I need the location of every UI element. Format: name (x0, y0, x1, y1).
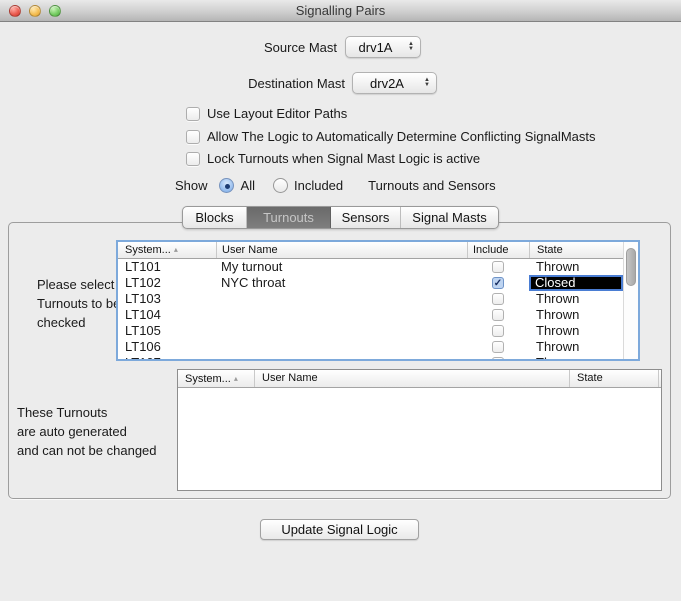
column-header-user-name[interactable]: User Name (254, 370, 569, 387)
user-name-cell (216, 355, 467, 359)
table-row[interactable]: LT104 Thrown (118, 307, 623, 323)
table-header: System...▴ User Name Include State (118, 242, 623, 259)
state-cell[interactable]: Thrown (529, 339, 623, 355)
show-all-radio[interactable] (219, 178, 234, 193)
sort-ascending-icon: ▴ (174, 245, 178, 254)
state-cell[interactable]: Closed (529, 275, 623, 291)
checkbox-label: Allow The Logic to Automatically Determi… (207, 129, 596, 144)
table-row[interactable]: LT102NYC throat ✓ Closed (118, 275, 623, 291)
user-name-cell: NYC throat (216, 275, 467, 291)
column-header-system[interactable]: System...▴ (118, 242, 216, 258)
category-tabbar: Blocks Turnouts Sensors Signal Masts (182, 206, 499, 229)
tab-blocks[interactable]: Blocks (183, 207, 247, 228)
include-cell (467, 307, 529, 323)
column-header-state[interactable]: State (569, 370, 659, 387)
table-row[interactable]: LT105 Thrown (118, 323, 623, 339)
source-mast-dropdown[interactable]: drv1A ▲▼ (345, 36, 421, 58)
user-name-cell (216, 307, 467, 323)
tab-signal-masts[interactable]: Signal Masts (401, 207, 498, 228)
updown-arrows-icon: ▲▼ (421, 78, 436, 88)
checked-checkbox-icon[interactable]: ✓ (492, 277, 504, 289)
select-turnouts-table[interactable]: System...▴ User Name Include State LT101… (116, 240, 640, 361)
use-layout-editor-paths-checkbox[interactable]: Use Layout Editor Paths (186, 105, 347, 122)
close-button[interactable] (9, 5, 21, 17)
table-row[interactable]: LT103 Thrown (118, 291, 623, 307)
unchecked-checkbox-icon[interactable] (492, 341, 504, 353)
table-row[interactable]: LT101My turnout Thrown (118, 259, 623, 275)
system-name-cell: LT107 (118, 355, 216, 359)
system-name-cell: LT104 (118, 307, 216, 323)
include-cell (467, 259, 529, 275)
include-cell (467, 339, 529, 355)
tab-turnouts[interactable]: Turnouts (247, 207, 331, 228)
turnouts-and-sensors-label: Turnouts and Sensors (368, 178, 495, 193)
unchecked-checkbox-icon[interactable] (492, 293, 504, 305)
auto-generated-label: These Turnouts are auto generated and ca… (17, 403, 157, 460)
unchecked-checkbox-icon[interactable] (492, 261, 504, 273)
show-included-radio[interactable] (273, 178, 288, 193)
show-included-label[interactable]: Included (294, 178, 343, 193)
unchecked-checkbox-icon[interactable] (492, 309, 504, 321)
sort-ascending-icon: ▴ (234, 374, 238, 383)
table-row[interactable]: LT106 Thrown (118, 339, 623, 355)
updown-arrows-icon: ▲▼ (405, 42, 420, 52)
unchecked-checkbox-icon[interactable] (492, 357, 504, 359)
update-signal-logic-button[interactable]: Update Signal Logic (260, 519, 419, 540)
checkbox-label: Use Layout Editor Paths (207, 106, 347, 121)
user-name-cell (216, 291, 467, 307)
checkbox-icon (186, 107, 200, 121)
user-name-cell (216, 323, 467, 339)
source-mast-label: Source Mast (264, 40, 337, 55)
include-cell (467, 323, 529, 339)
column-header-system[interactable]: System...▴ (178, 370, 254, 387)
source-mast-value: drv1A (346, 40, 405, 55)
destination-mast-dropdown[interactable]: drv2A ▲▼ (352, 72, 437, 94)
title-bar[interactable]: Signalling Pairs (0, 0, 681, 22)
include-cell: ✓ (467, 275, 529, 291)
state-cell[interactable]: Thrown (529, 291, 623, 307)
show-filter-row: Show All Included Turnouts and Sensors (175, 176, 496, 194)
column-header-state[interactable]: State (529, 242, 623, 258)
destination-mast-label: Destination Mast (248, 76, 345, 91)
auto-determine-conflicting-checkbox[interactable]: Allow The Logic to Automatically Determi… (186, 128, 596, 145)
state-cell[interactable]: Thrown (529, 259, 623, 275)
system-name-cell: LT103 (118, 291, 216, 307)
column-header-include[interactable]: Include (467, 242, 529, 258)
checkbox-label: Lock Turnouts when Signal Mast Logic is … (207, 151, 480, 166)
state-cell[interactable]: Thrown (529, 307, 623, 323)
selected-state-value[interactable]: Closed (529, 275, 623, 291)
window-title: Signalling Pairs (0, 0, 681, 21)
auto-turnouts-table[interactable]: System...▴ User Name State (177, 369, 662, 491)
minimize-button[interactable] (29, 5, 41, 17)
include-cell (467, 291, 529, 307)
state-cell[interactable]: Thrown (529, 323, 623, 339)
table-row[interactable]: LT107 Thrown (118, 355, 623, 359)
include-cell (467, 355, 529, 359)
zoom-button[interactable] (49, 5, 61, 17)
scrollbar-thumb[interactable] (626, 248, 636, 286)
user-name-cell (216, 339, 467, 355)
select-table-body: LT101My turnout Thrown LT102NYC throat ✓ Clo… (118, 259, 623, 359)
show-label: Show (175, 178, 208, 193)
user-name-cell: My turnout (216, 259, 467, 275)
system-name-cell: LT101 (118, 259, 216, 275)
state-cell[interactable]: Thrown (529, 355, 623, 359)
system-name-cell: LT102 (118, 275, 216, 291)
system-name-cell: LT106 (118, 339, 216, 355)
checkbox-icon (186, 152, 200, 166)
tab-sensors[interactable]: Sensors (331, 207, 401, 228)
lock-turnouts-checkbox[interactable]: Lock Turnouts when Signal Mast Logic is … (186, 150, 480, 167)
checkbox-icon (186, 130, 200, 144)
system-name-cell: LT105 (118, 323, 216, 339)
show-all-label[interactable]: All (241, 178, 255, 193)
unchecked-checkbox-icon[interactable] (492, 325, 504, 337)
column-header-user-name[interactable]: User Name (216, 242, 467, 258)
vertical-scrollbar[interactable] (623, 242, 638, 359)
table-header: System...▴ User Name State (178, 370, 661, 388)
select-turnouts-label: Please select Turnouts to be checked (37, 275, 120, 332)
destination-mast-value: drv2A (353, 76, 421, 91)
auto-table-body (178, 388, 661, 490)
